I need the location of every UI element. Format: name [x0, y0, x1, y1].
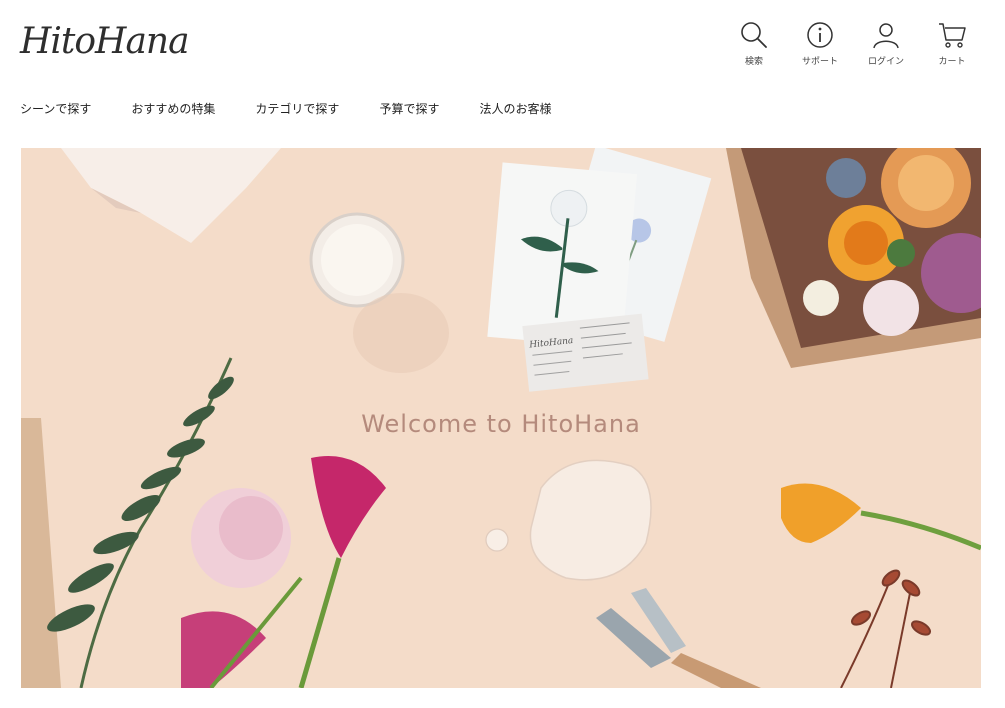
nav-item-corporate[interactable]: 法人のお客様	[479, 100, 551, 117]
flower-box	[726, 148, 981, 368]
kraft-paper-left	[21, 418, 61, 688]
site-logo[interactable]: HitoHana	[20, 18, 190, 64]
info-icon	[807, 22, 833, 48]
calla-lily-magenta	[311, 456, 386, 558]
search-button[interactable]: 検索	[721, 20, 787, 67]
nav-item-featured[interactable]: おすすめの特集	[131, 100, 215, 117]
support-button[interactable]: サポート	[787, 20, 853, 67]
calla-lily-orange	[781, 483, 861, 543]
search-icon	[741, 22, 767, 48]
hero-banner[interactable]: HitoHana Welcome to HitoHana	[21, 148, 981, 688]
nav-item-category[interactable]: カテゴリで探す	[255, 100, 339, 117]
folded-paper	[61, 148, 281, 243]
water-drop-large	[529, 459, 652, 581]
support-label: サポート	[801, 57, 838, 67]
logo-text: HitoHana	[20, 20, 190, 62]
login-button[interactable]: ログイン	[853, 20, 919, 67]
pruning-shears	[596, 588, 761, 688]
hero-title: Welcome to HitoHana	[361, 410, 641, 438]
user-icon	[873, 23, 899, 49]
search-label: 検索	[744, 57, 763, 67]
nav-item-scene[interactable]: シーンで探す	[20, 100, 91, 117]
red-branch	[840, 569, 932, 688]
main-nav: シーンで探す おすすめの特集 カテゴリで探す 予算で探す 法人のお客様	[20, 100, 551, 117]
nav-item-budget[interactable]: 予算で探す	[379, 100, 439, 117]
login-label: ログイン	[867, 57, 904, 67]
water-drop-small	[485, 528, 509, 552]
cart-label: カート	[938, 57, 966, 67]
header-actions: 検索 サポート ログイン カート	[721, 20, 985, 67]
calla-lily-pink-bottom	[181, 611, 266, 688]
cart-icon	[939, 23, 966, 48]
cart-button[interactable]: カート	[919, 20, 985, 67]
business-card	[522, 313, 649, 392]
